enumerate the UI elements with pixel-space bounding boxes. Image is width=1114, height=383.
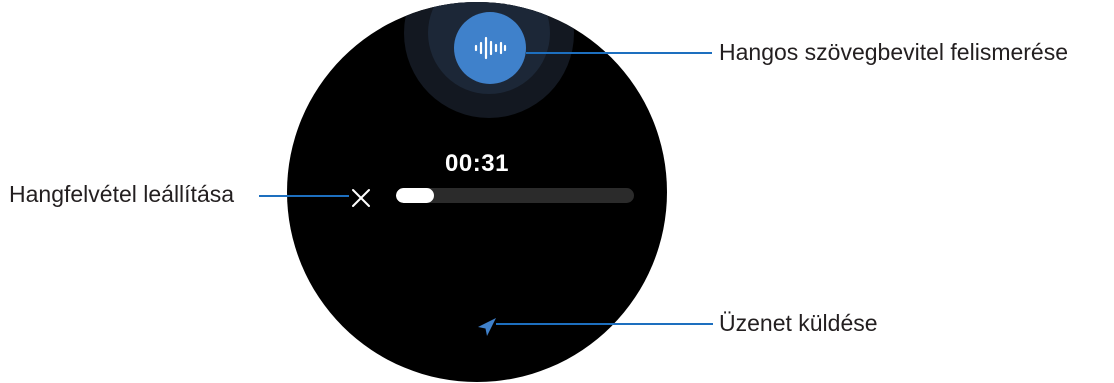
send-icon <box>478 318 496 336</box>
voice-callout-line <box>526 52 712 54</box>
stop-recording-label: Hangfelvétel leállítása <box>9 181 235 207</box>
voice-recognition-label: Hangos szövegbevitel felismerése <box>719 39 1069 65</box>
watch-screen: 00:31 <box>287 2 667 382</box>
close-icon <box>352 189 370 207</box>
send-message-button[interactable] <box>473 313 501 341</box>
stop-callout-line <box>259 195 349 197</box>
send-message-label: Üzenet küldése <box>719 310 878 336</box>
recording-progress-fill <box>396 188 435 203</box>
send-callout-line <box>496 323 713 325</box>
recording-progress-bar <box>396 188 634 203</box>
voice-input-button[interactable] <box>454 12 526 84</box>
voice-waveform-icon <box>474 36 507 60</box>
stop-recording-button[interactable] <box>346 183 376 213</box>
recording-timer: 00:31 <box>445 150 509 177</box>
